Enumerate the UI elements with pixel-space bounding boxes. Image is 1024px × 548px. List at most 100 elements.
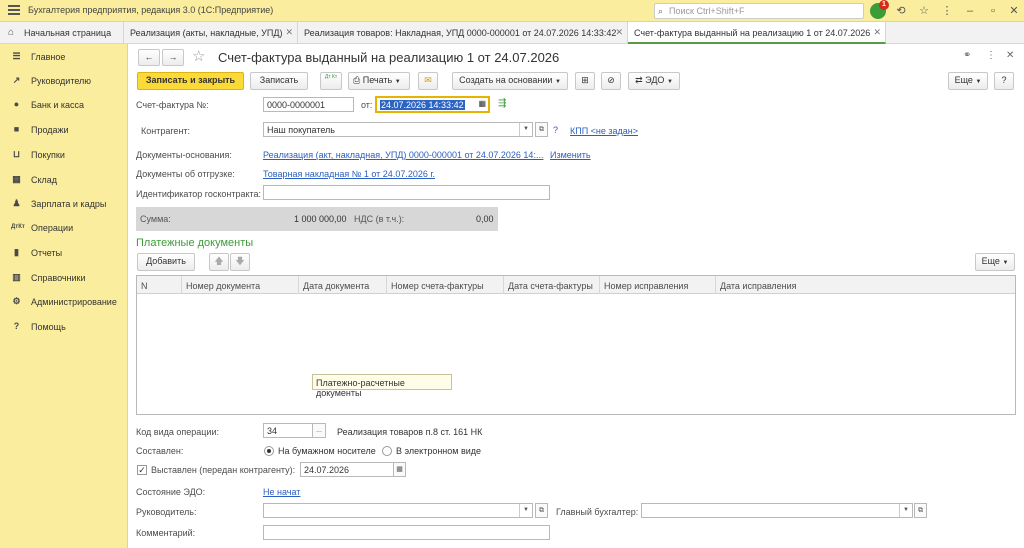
goscontract-label: Идентификатор госконтракта: — [136, 189, 262, 199]
counterparty-field[interactable]: Наш покупатель ▼ — [263, 122, 533, 137]
main-menu-icon[interactable] — [8, 5, 20, 16]
sidebar-item-purchases[interactable]: ⊔ Покупки — [0, 145, 128, 165]
invoice-date-field[interactable]: 24.07.2026 14:33:42 ▦ — [375, 96, 490, 113]
column-header[interactable]: Дата счета-фактуры — [504, 276, 600, 294]
tab-sales-list[interactable]: Реализация (акты, накладные, УПД) ✕ — [124, 22, 298, 44]
column-header[interactable]: Номер счета-фактуры — [387, 276, 504, 294]
edo-button[interactable]: ⇄ ЭДО ▼ — [628, 72, 680, 90]
totals-bar: Сумма: 1 000 000,00 НДС (в т.ч.): 0,00 — [136, 207, 498, 231]
column-header[interactable]: Номер исправления — [600, 276, 716, 294]
payments-table[interactable]: N Номер документа Дата документа Номер с… — [136, 275, 1016, 415]
maximize-icon[interactable]: ▫ — [985, 3, 1001, 19]
invoice-number-field[interactable]: 0000-0000001 — [263, 97, 354, 112]
sidebar-item-label: Отчеты — [31, 248, 63, 258]
op-code-label: Код вида операции: — [136, 427, 219, 437]
back-button[interactable]: ← — [138, 49, 160, 66]
sidebar-item-label: Склад — [31, 175, 58, 185]
operations-icon: ДтКт — [11, 224, 25, 230]
open-counterparty-icon[interactable]: ⧉ — [535, 122, 548, 137]
help-question-icon[interactable]: ? — [553, 125, 558, 135]
calendar-icon[interactable]: ▦ — [393, 462, 406, 477]
move-up-button[interactable]: 🡅 — [209, 253, 229, 271]
chevron-down-icon[interactable]: ▼ — [519, 504, 532, 517]
chevron-down-icon[interactable]: ▼ — [899, 504, 912, 517]
add-row-button[interactable]: Добавить — [137, 253, 195, 271]
tab-invoice[interactable]: Счет-фактура выданный на реализацию 1 от… — [628, 22, 886, 44]
sidebar-item-main[interactable]: ☰ Главное — [0, 47, 128, 67]
radio-electronic[interactable] — [382, 446, 392, 456]
forward-button[interactable]: → — [162, 49, 184, 66]
issued-checkbox[interactable]: ✓ — [137, 465, 147, 475]
column-header[interactable]: Дата документа — [299, 276, 387, 294]
form-more-icon[interactable]: ⋮ — [986, 50, 996, 61]
trend-icon: ↗ — [12, 75, 21, 85]
save-button[interactable]: Записать — [250, 72, 308, 90]
chevron-down-icon: ▼ — [554, 79, 561, 85]
tab-home[interactable]: ⌂ Начальная страница — [0, 22, 124, 44]
close-tab-icon[interactable]: ✕ — [615, 27, 623, 38]
help-button[interactable]: ? — [994, 72, 1014, 90]
sidebar-item-admin[interactable]: ⚙ Администрирование — [0, 292, 128, 312]
more-actions-button[interactable]: Еще ▼ — [948, 72, 988, 90]
global-search-input[interactable]: ⌕ Поиск Ctrl+Shift+F — [654, 3, 864, 19]
close-window-icon[interactable]: ✕ — [1006, 3, 1022, 19]
tab-label: Начальная страница — [24, 28, 112, 38]
dt-kt-button[interactable]: Дт Кт — [320, 72, 342, 90]
sidebar-item-bank[interactable]: ● Банк и касса — [0, 95, 128, 115]
sidebar-item-catalogs[interactable]: ▥ Справочники — [0, 268, 128, 288]
counterparty-value: Наш покупатель — [267, 125, 335, 135]
attach-button[interactable]: ⊘ — [601, 72, 621, 90]
tooltip: Платежно-расчетные документы — [312, 374, 452, 398]
history-icon[interactable]: ⟲ — [893, 3, 909, 19]
close-tab-icon[interactable]: ✕ — [873, 27, 881, 38]
column-header[interactable]: Номер документа — [182, 276, 299, 294]
shipment-document-link[interactable]: Товарная накладная № 1 от 24.07.2026 г. — [263, 169, 435, 179]
favorite-star-icon[interactable]: ☆ — [192, 47, 205, 65]
basis-document-link[interactable]: Реализация (акт, накладная, УПД) 0000-00… — [263, 150, 543, 160]
sidebar-item-salary[interactable]: ♟ Зарплата и кадры — [0, 194, 128, 214]
column-header[interactable]: Дата исправления — [716, 276, 1015, 294]
move-down-button[interactable]: 🡇 — [230, 253, 250, 271]
form-title: Счет-фактура выданный на реализацию 1 от… — [218, 50, 560, 65]
goscontract-field[interactable] — [263, 185, 550, 200]
print-button[interactable]: ⎙ Печать ▼ — [348, 72, 410, 90]
op-code-field[interactable]: 34 — [263, 423, 313, 438]
sidebar-item-label: Банк и касса — [31, 100, 84, 110]
notifications-icon[interactable]: 1 — [870, 0, 889, 19]
sidebar-item-sales[interactable]: ■ Продажи — [0, 120, 128, 140]
structure-button[interactable]: ⊞ — [575, 72, 595, 90]
manager-field[interactable]: ▼ — [263, 503, 533, 518]
chevron-down-icon[interactable]: ▼ — [519, 123, 532, 136]
email-button[interactable]: ✉ — [418, 72, 438, 90]
comment-field[interactable] — [263, 525, 550, 540]
open-manager-icon[interactable]: ⧉ — [535, 503, 548, 518]
create-based-on-button[interactable]: Создать на основании ▼ — [452, 72, 568, 90]
comment-label: Комментарий: — [136, 528, 196, 538]
form-close-icon[interactable]: ✕ — [1006, 50, 1014, 61]
calendar-icon[interactable]: ▦ — [478, 99, 486, 108]
refresh-date-icon[interactable]: ⇶ — [498, 98, 506, 109]
sidebar-item-warehouse[interactable]: ▦ Склад — [0, 170, 128, 190]
issued-date-field[interactable]: 24.07.2026 — [300, 462, 394, 477]
tab-sales-document[interactable]: Реализация товаров: Накладная, УПД 0000-… — [298, 22, 628, 44]
more-menu-icon[interactable]: ⋮ — [939, 3, 955, 19]
link-icon[interactable]: ⚭ — [963, 50, 971, 61]
edo-state-link[interactable]: Не начат — [263, 487, 300, 497]
chief-accountant-field[interactable]: ▼ — [641, 503, 913, 518]
minimize-icon[interactable]: – — [962, 3, 978, 19]
save-and-close-button[interactable]: Записать и закрыть — [137, 72, 244, 90]
column-header[interactable]: N — [137, 276, 182, 294]
sidebar-item-manager[interactable]: ↗ Руководителю — [0, 71, 128, 91]
kpp-link[interactable]: КПП <не задан> — [570, 126, 638, 136]
change-basis-link[interactable]: Изменить — [550, 150, 591, 160]
chevron-down-icon: ▼ — [394, 79, 401, 85]
op-code-select-button[interactable]: ... — [312, 423, 326, 438]
grid-more-button[interactable]: Еще ▼ — [975, 253, 1015, 271]
sidebar-item-reports[interactable]: ▮ Отчеты — [0, 243, 128, 263]
sidebar-item-operations[interactable]: ДтКт Операции — [0, 218, 128, 238]
radio-paper[interactable] — [264, 446, 274, 456]
favorites-icon[interactable]: ☆ — [916, 3, 932, 19]
close-tab-icon[interactable]: ✕ — [285, 27, 293, 38]
open-chief-accountant-icon[interactable]: ⧉ — [914, 503, 927, 518]
sidebar-item-help[interactable]: ? Помощь — [0, 317, 128, 337]
